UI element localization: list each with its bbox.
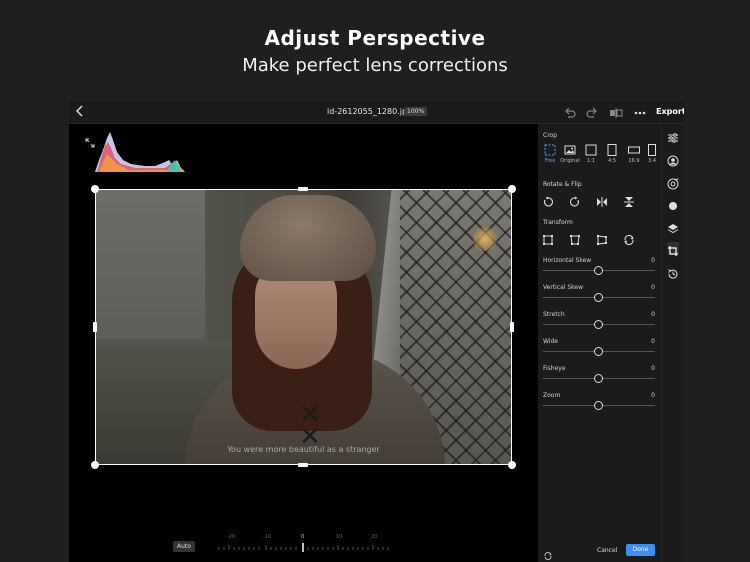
slider-knob[interactable] bbox=[594, 293, 603, 302]
ratio-4-5[interactable]: 4:5 bbox=[602, 144, 622, 164]
image-icon bbox=[564, 145, 576, 155]
undo-icon[interactable] bbox=[563, 105, 577, 119]
rotate-right-icon[interactable] bbox=[569, 193, 581, 207]
ratio-3-4[interactable]: 3:4 bbox=[642, 144, 662, 164]
lens-icon[interactable] bbox=[667, 175, 679, 190]
more-icon[interactable] bbox=[633, 105, 647, 119]
top-bar: ld-2612055_1280.jpg 100% Export bbox=[69, 101, 684, 124]
history-icon[interactable] bbox=[667, 265, 679, 279]
auto-straighten-button[interactable]: Auto bbox=[173, 541, 195, 552]
portrait-icon[interactable] bbox=[667, 152, 679, 167]
square-icon bbox=[585, 144, 597, 156]
perspective-2-icon[interactable] bbox=[569, 231, 581, 245]
flip-vertical-icon[interactable] bbox=[623, 193, 635, 207]
ratio-original[interactable]: Original bbox=[560, 144, 580, 164]
sliders-icon[interactable] bbox=[667, 129, 679, 143]
back-chevron-icon[interactable] bbox=[75, 104, 89, 120]
crop-handle-bottom[interactable] bbox=[298, 463, 308, 467]
expand-icon[interactable] bbox=[85, 133, 95, 148]
perspective-3-icon[interactable] bbox=[596, 231, 608, 245]
image-canvas[interactable]: ✕ ✕ You were more beautiful as a stranger… bbox=[69, 124, 538, 562]
crop-frame[interactable] bbox=[95, 189, 512, 465]
hero-subtitle: Make perfect lens corrections bbox=[242, 55, 508, 76]
file-name: ld-2612055_1280.jpg bbox=[327, 107, 413, 116]
app-window: ld-2612055_1280.jpg 100% Export ✕ ✕ You … bbox=[69, 101, 684, 562]
rotate-left-icon[interactable] bbox=[542, 193, 554, 207]
slider-knob[interactable] bbox=[594, 320, 603, 329]
crop-panel: Crop Free Original 1:1 4:5 16:9 3:4 Rota… bbox=[538, 124, 661, 562]
reset-icon[interactable] bbox=[543, 546, 553, 561]
slider-vertical-skew[interactable]: Vertical Skew 0 bbox=[543, 284, 655, 308]
portrait-rect-icon bbox=[607, 144, 617, 156]
slider-knob[interactable] bbox=[594, 266, 603, 275]
tool-sidebar bbox=[661, 124, 684, 562]
perspective-1-icon[interactable] bbox=[542, 231, 554, 245]
redo-icon[interactable] bbox=[585, 105, 599, 119]
crop-handle-right[interactable] bbox=[510, 322, 514, 332]
cancel-button[interactable]: Cancel bbox=[597, 547, 617, 554]
hero-title: Adjust Perspective bbox=[264, 26, 486, 50]
rotate-section-title: Rotate & Flip bbox=[543, 181, 582, 188]
ratio-free[interactable]: Free bbox=[540, 144, 560, 164]
free-crop-icon bbox=[544, 144, 556, 156]
done-button[interactable]: Done bbox=[626, 544, 655, 556]
crop-handle-bottom-right[interactable] bbox=[508, 461, 516, 469]
crop-transform-icon[interactable] bbox=[667, 242, 679, 256]
slider-wide[interactable]: Wide 0 bbox=[543, 338, 655, 362]
slider-horizontal-skew[interactable]: Horizontal Skew 0 bbox=[543, 257, 655, 281]
slider-zoom[interactable]: Zoom 0 bbox=[543, 392, 655, 416]
ratio-16-9[interactable]: 16:9 bbox=[624, 144, 644, 164]
crop-handle-left[interactable] bbox=[93, 322, 97, 332]
zoom-badge[interactable]: 100% bbox=[404, 107, 428, 116]
rotation-ruler[interactable]: -20 -10 0 10 20 bbox=[209, 534, 399, 554]
tall-rect-icon bbox=[648, 144, 656, 156]
compare-icon[interactable] bbox=[609, 105, 623, 119]
slider-knob[interactable] bbox=[594, 374, 603, 383]
crop-handle-top-right[interactable] bbox=[508, 185, 516, 193]
transform-section-title: Transform bbox=[543, 219, 573, 226]
circle-icon[interactable] bbox=[667, 197, 679, 210]
histogram bbox=[95, 130, 185, 172]
crop-section-title: Crop bbox=[543, 132, 558, 139]
transform-reset-icon[interactable] bbox=[623, 231, 635, 246]
slider-stretch[interactable]: Stretch 0 bbox=[543, 311, 655, 335]
layers-icon[interactable] bbox=[667, 220, 679, 234]
slider-fisheye[interactable]: Fisheye 0 bbox=[543, 365, 655, 389]
crop-handle-top-left[interactable] bbox=[91, 185, 99, 193]
export-button[interactable]: Export bbox=[656, 107, 684, 116]
slider-knob[interactable] bbox=[594, 401, 603, 410]
crop-handle-bottom-left[interactable] bbox=[91, 461, 99, 469]
slider-knob[interactable] bbox=[594, 347, 603, 356]
crop-handle-top[interactable] bbox=[298, 187, 308, 191]
flip-horizontal-icon[interactable] bbox=[596, 193, 608, 207]
ratio-1-1[interactable]: 1:1 bbox=[581, 144, 601, 164]
landscape-rect-icon bbox=[628, 146, 640, 154]
